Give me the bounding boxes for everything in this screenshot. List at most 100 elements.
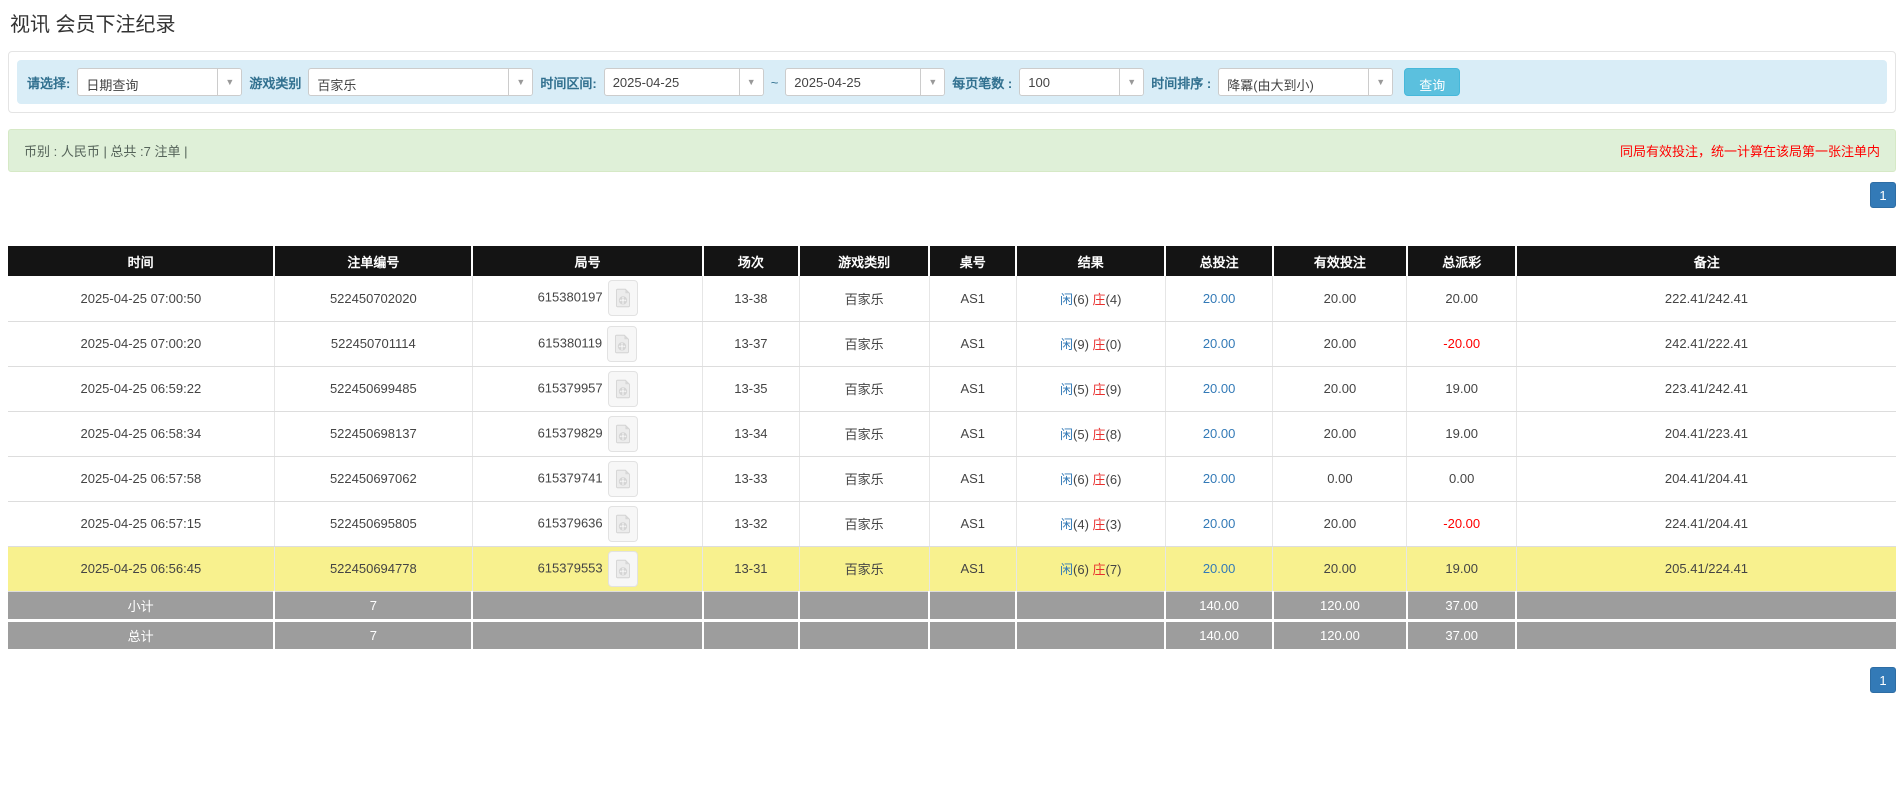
valid-bet: 20.00 bbox=[1272, 501, 1407, 547]
payout: 0.00 bbox=[1406, 456, 1517, 502]
date-from-select[interactable]: 2025-04-25 ▼ bbox=[603, 68, 764, 96]
payout: 19.00 bbox=[1406, 411, 1517, 457]
table-number: AS1 bbox=[928, 366, 1017, 412]
video-record-icon[interactable] bbox=[607, 550, 638, 587]
time-sort-select[interactable]: 降冪(由大到小) ▼ bbox=[1218, 68, 1394, 96]
page-button-1[interactable]: 1 bbox=[1870, 667, 1896, 693]
query-type-value: 日期查询 bbox=[86, 78, 139, 93]
summary-payout: 37.00 bbox=[1405, 618, 1517, 649]
chevron-down-icon[interactable]: ▼ bbox=[217, 69, 242, 95]
date-range-tilde: ~ bbox=[770, 74, 779, 90]
player-result-label: 闲 bbox=[1060, 291, 1074, 307]
player-score: (6) bbox=[1073, 291, 1089, 307]
session-number: 13-35 bbox=[702, 366, 800, 412]
player-score: (5) bbox=[1073, 427, 1089, 442]
banker-result-label: 庄 bbox=[1092, 427, 1106, 442]
chevron-down-icon[interactable]: ▼ bbox=[738, 69, 763, 95]
table-row: 2025-04-25 06:57:58 522450697062 6153797… bbox=[8, 456, 1896, 502]
game-type-cell: 百家乐 bbox=[798, 366, 930, 412]
video-record-icon[interactable] bbox=[607, 280, 638, 317]
result-cell: 闲(4) 庄(3) bbox=[1015, 501, 1166, 547]
valid-bet: 20.00 bbox=[1272, 321, 1407, 367]
round-id: 615379741 bbox=[537, 469, 603, 485]
page-size-select[interactable]: 100 ▼ bbox=[1019, 68, 1145, 96]
column-header: 桌号 bbox=[928, 246, 1017, 276]
game-type-cell: 百家乐 bbox=[798, 456, 930, 502]
page-button-1[interactable]: 1 bbox=[1870, 182, 1896, 208]
total-bet-link[interactable]: 20.00 bbox=[1203, 516, 1236, 531]
table-number: AS1 bbox=[928, 321, 1017, 367]
total-bet-cell: 20.00 bbox=[1164, 276, 1273, 322]
player-result-label: 闲 bbox=[1060, 337, 1074, 352]
video-record-icon[interactable] bbox=[607, 415, 638, 452]
total-bet-link[interactable]: 20.00 bbox=[1203, 291, 1236, 306]
summary-valid-bet: 120.00 bbox=[1271, 591, 1407, 620]
game-type-label: 游戏类别 bbox=[249, 75, 302, 91]
column-header: 注单编号 bbox=[273, 246, 473, 276]
bet-id: 522450697062 bbox=[273, 456, 473, 502]
note: 224.41/204.41 bbox=[1515, 501, 1896, 547]
bet-id: 522450699485 bbox=[273, 366, 473, 412]
note: 223.41/242.41 bbox=[1515, 366, 1896, 412]
total-bet-link[interactable]: 20.00 bbox=[1203, 381, 1236, 396]
time-sort-label: 时间排序 : bbox=[1151, 75, 1212, 91]
total-bet-link[interactable]: 20.00 bbox=[1203, 426, 1236, 441]
total-bet-cell: 20.00 bbox=[1164, 546, 1273, 592]
round-cell: 615380119 bbox=[471, 321, 703, 367]
summary-total-bet: 140.00 bbox=[1164, 618, 1273, 649]
total-bet-link[interactable]: 20.00 bbox=[1203, 561, 1236, 576]
round-id: 615379553 bbox=[537, 559, 603, 575]
banker-result-label: 庄 bbox=[1092, 291, 1106, 307]
chevron-down-icon[interactable]: ▼ bbox=[920, 69, 945, 95]
round-cell: 615380197 bbox=[471, 276, 703, 322]
note: 204.41/223.41 bbox=[1515, 411, 1896, 457]
player-score: (4) bbox=[1073, 517, 1089, 532]
bet-id: 522450695805 bbox=[273, 501, 473, 547]
chevron-down-icon[interactable]: ▼ bbox=[1368, 69, 1393, 95]
note: 222.41/242.41 bbox=[1515, 276, 1896, 322]
payout: -20.00 bbox=[1406, 501, 1517, 547]
total-bet-link[interactable]: 20.00 bbox=[1203, 471, 1236, 486]
result-cell: 闲(6) 庄(7) bbox=[1015, 546, 1166, 592]
valid-bet: 0.00 bbox=[1272, 456, 1407, 502]
banker-result-label: 庄 bbox=[1092, 382, 1106, 397]
page: 视讯 会员下注纪录 请选择: 日期查询 ▼ 游戏类别 百家乐 ▼ 时间区间: 2… bbox=[0, 0, 1904, 693]
total-bet-link[interactable]: 20.00 bbox=[1203, 336, 1236, 351]
chevron-down-icon[interactable]: ▼ bbox=[508, 69, 533, 95]
query-type-select[interactable]: 日期查询 ▼ bbox=[77, 68, 243, 96]
currency-total-text: 币别 : 人民币 | 总共 :7 注单 | bbox=[24, 144, 188, 159]
payout: -20.00 bbox=[1406, 321, 1517, 367]
payout: 19.00 bbox=[1406, 546, 1517, 592]
date-to-select[interactable]: 2025-04-25 ▼ bbox=[785, 68, 946, 96]
column-header: 总投注 bbox=[1164, 246, 1273, 276]
video-record-icon[interactable] bbox=[607, 460, 638, 497]
banker-result-label: 庄 bbox=[1092, 562, 1106, 577]
game-type-select[interactable]: 百家乐 ▼ bbox=[308, 68, 534, 96]
game-type-cell: 百家乐 bbox=[798, 411, 930, 457]
total-bet-cell: 20.00 bbox=[1164, 501, 1273, 547]
bet-time: 2025-04-25 06:57:58 bbox=[8, 456, 275, 502]
chevron-down-icon[interactable]: ▼ bbox=[1119, 69, 1144, 95]
search-button[interactable]: 查询 bbox=[1404, 68, 1461, 96]
banker-result-label: 庄 bbox=[1092, 337, 1106, 352]
query-type-label: 请选择: bbox=[27, 75, 71, 91]
bet-time: 2025-04-25 07:00:50 bbox=[8, 276, 275, 322]
bet-time: 2025-04-25 06:56:45 bbox=[8, 546, 275, 592]
filter-bar: 请选择: 日期查询 ▼ 游戏类别 百家乐 ▼ 时间区间: 2025-04-25 … bbox=[17, 60, 1887, 104]
game-type-cell: 百家乐 bbox=[798, 276, 930, 322]
video-record-icon[interactable] bbox=[607, 370, 638, 407]
round-cell: 615379741 bbox=[471, 456, 703, 502]
filter-panel: 请选择: 日期查询 ▼ 游戏类别 百家乐 ▼ 时间区间: 2025-04-25 … bbox=[8, 51, 1896, 113]
table-number: AS1 bbox=[928, 501, 1017, 547]
page-size-value: 100 bbox=[1028, 75, 1050, 90]
game-type-value: 百家乐 bbox=[317, 78, 357, 93]
video-record-icon[interactable] bbox=[607, 505, 638, 542]
bet-records-table: 时间 注单编号 局号 场次 游戏类别 桌号 结果 总投注 有效投注 总派彩 备注 2025-04-2… bbox=[8, 246, 1896, 649]
player-result-label: 闲 bbox=[1060, 517, 1074, 532]
video-record-icon[interactable] bbox=[607, 325, 638, 362]
table-number: AS1 bbox=[928, 276, 1017, 322]
session-number: 13-31 bbox=[702, 546, 800, 592]
table-row: 2025-04-25 07:00:50 522450702020 6153801… bbox=[8, 276, 1896, 322]
time-sort-value: 降冪(由大到小) bbox=[1227, 78, 1314, 93]
summary-row: 总计 7 140.00 120.00 37.00 bbox=[8, 618, 1896, 649]
